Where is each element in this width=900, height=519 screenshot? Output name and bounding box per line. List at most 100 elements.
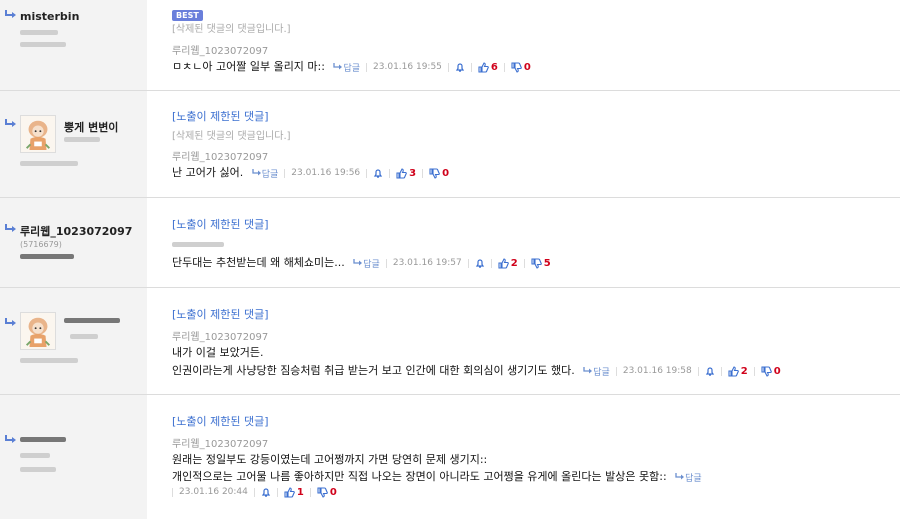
nickname-hidden	[20, 437, 66, 442]
downvote-count: 0	[329, 486, 337, 498]
thumbs-up-icon[interactable]	[478, 62, 489, 73]
comment-actions: 23.01.16 20:44 1 0	[172, 487, 337, 498]
upvote-count: 2	[510, 257, 518, 269]
comment-date: 23.01.16 19:55	[373, 62, 442, 72]
comment-author[interactable]: 루리웹_1023072097	[172, 328, 268, 343]
comment-row: misterbin BEST [삭제된 댓글의 댓글입니다.] 루리웹_1023…	[0, 0, 900, 91]
avatar[interactable]	[20, 115, 56, 153]
reply-arrow-icon	[5, 10, 17, 19]
thumbs-up-icon[interactable]	[498, 258, 509, 269]
report-bell-icon[interactable]	[475, 258, 485, 268]
reply-button[interactable]: 답글	[363, 257, 380, 270]
restricted-note[interactable]: [노출이 제한된 댓글]	[172, 306, 269, 322]
report-bell-icon[interactable]	[373, 168, 383, 178]
reply-button[interactable]: 답글	[343, 61, 360, 74]
comment-text: 원래는 정일부도 강등이였는데 고어쩡까지 가면 당연히 문제 생기지::	[172, 453, 488, 466]
upvote-count: 2	[740, 365, 748, 377]
reply-icon	[252, 169, 262, 177]
comment-row: [노출이 제한된 댓글] 루리웹_1023072097 내가 이걸 보았거든. …	[0, 288, 900, 395]
comment-text: 개인적으로는 고어물 나름 좋아하지만 직접 나오는 장면이 아니라도 고어쩡을…	[172, 470, 667, 483]
comment-sidebar	[0, 288, 147, 394]
reply-icon	[353, 259, 363, 267]
downvote-count: 0	[523, 61, 531, 73]
comment-date: 23.01.16 19:56	[291, 168, 361, 178]
user-id-hidden	[64, 137, 100, 142]
reply-button[interactable]: 답글	[262, 167, 279, 180]
user-id: (5716679)	[20, 240, 62, 249]
thumbs-up-icon[interactable]	[396, 168, 407, 179]
comment-actions: 답글 23.01.16 19:56 3 0	[247, 167, 449, 180]
reply-icon	[583, 367, 593, 375]
comment-body: [노출이 제한된 댓글] 단두대는 추천받는데 왜 해체쇼미는... 답글 23…	[172, 198, 890, 287]
comment-author[interactable]: 루리웹_1023072097	[172, 435, 268, 450]
comment-actions: 답글 23.01.16 19:58 2 0	[578, 365, 781, 378]
report-bell-icon[interactable]	[705, 366, 715, 376]
avatar[interactable]	[20, 312, 56, 350]
comment-text: 단두대는 추천받는데 왜 해체쇼미는...	[172, 256, 345, 269]
comment-text: 인권이라는게 사냥당한 짐승처럼 취급 받는거 보고 인간에 대한 회의심이 생…	[172, 364, 575, 377]
deleted-reply-note: [삭제된 댓글의 댓글입니다.]	[172, 24, 291, 35]
comment-sidebar: 뿡게 변변이	[0, 91, 147, 197]
downvote-count: 5	[543, 257, 551, 269]
user-id-hidden	[70, 334, 98, 339]
upvote-count: 1	[296, 486, 304, 498]
reply-arrow-icon	[5, 435, 17, 444]
comment-date: 23.01.16 19:58	[622, 366, 692, 376]
reply-icon	[675, 473, 685, 481]
user-meta-hidden	[20, 467, 56, 472]
thumbs-down-icon[interactable]	[429, 168, 440, 179]
comment-text: ㅁㅊㄴ아 고어짤 일부 올리지 마::	[172, 60, 325, 73]
reply-arrow-icon	[5, 318, 17, 327]
user-meta-hidden	[20, 254, 74, 259]
reply-button[interactable]: 답글	[685, 471, 702, 484]
author-hidden	[172, 242, 224, 247]
user-meta-hidden	[20, 358, 78, 363]
downvote-count: 0	[773, 365, 781, 377]
report-bell-icon[interactable]	[455, 62, 465, 72]
reply-icon	[333, 63, 343, 71]
restricted-note[interactable]: [노출이 제한된 댓글]	[172, 108, 269, 124]
comment-author[interactable]: 루리웹_1023072097	[172, 42, 268, 57]
comment-nickname[interactable]: 루리웹_1023072097	[20, 223, 132, 239]
upvote-count: 6	[490, 61, 498, 73]
deleted-reply-note: [삭제된 댓글의 댓글입니다.]	[172, 131, 291, 142]
reply-button[interactable]: 답글	[593, 365, 610, 378]
comment-sidebar: 루리웹_1023072097 (5716679)	[0, 198, 147, 287]
comment-nickname[interactable]: 뿡게 변변이	[64, 119, 118, 135]
report-bell-icon[interactable]	[261, 487, 271, 497]
comment-row: [노출이 제한된 댓글] 루리웹_1023072097 원래는 정일부도 강등이…	[0, 395, 900, 519]
comment-date: 23.01.16 19:57	[392, 258, 462, 268]
comment-row: 루리웹_1023072097 (5716679) [노출이 제한된 댓글] 단두…	[0, 198, 900, 288]
comment-nickname[interactable]: misterbin	[20, 10, 79, 23]
restricted-note[interactable]: [노출이 제한된 댓글]	[172, 216, 269, 232]
downvote-count: 0	[442, 167, 450, 179]
comment-body: [노출이 제한된 댓글] [삭제된 댓글의 댓글입니다.] 루리웹_102307…	[172, 91, 890, 197]
user-meta-hidden	[20, 161, 78, 166]
comment-author[interactable]: 루리웹_1023072097	[172, 148, 268, 163]
comment-body: [노출이 제한된 댓글] 루리웹_1023072097 원래는 정일부도 강등이…	[172, 395, 890, 519]
thumbs-down-icon[interactable]	[531, 258, 542, 269]
comment-date: 23.01.16 20:44	[179, 487, 248, 497]
comment-text: 난 고어가 싫어.	[172, 166, 244, 179]
thumbs-down-icon[interactable]	[761, 366, 772, 377]
restricted-note[interactable]: [노출이 제한된 댓글]	[172, 413, 269, 429]
user-id-hidden	[20, 453, 50, 458]
thumbs-up-icon[interactable]	[728, 366, 739, 377]
thumbs-up-icon[interactable]	[284, 487, 295, 498]
comment-body: [노출이 제한된 댓글] 루리웹_1023072097 내가 이걸 보았거든. …	[172, 288, 890, 394]
user-id-hidden	[20, 30, 58, 35]
user-meta-hidden	[20, 42, 66, 47]
upvote-count: 3	[409, 167, 417, 179]
thumbs-down-icon[interactable]	[317, 487, 328, 498]
nickname-hidden	[64, 318, 120, 323]
comment-body: BEST [삭제된 댓글의 댓글입니다.] 루리웹_1023072097 ㅁㅊㄴ…	[172, 0, 890, 90]
comment-text: 내가 이걸 보았거든.	[172, 346, 264, 359]
comment-actions: 답글 23.01.16 19:57 2 5	[348, 257, 551, 270]
thumbs-down-icon[interactable]	[511, 62, 522, 73]
comment-actions: 답글 23.01.16 19:55 6 0	[328, 61, 531, 74]
reply-arrow-icon	[5, 224, 17, 233]
comment-row: 뿡게 변변이 [노출이 제한된 댓글] [삭제된 댓글의 댓글입니다.] 루리웹…	[0, 91, 900, 198]
reply-arrow-icon	[5, 119, 17, 128]
comment-sidebar: misterbin	[0, 0, 147, 90]
comment-reply: 답글	[670, 471, 702, 484]
